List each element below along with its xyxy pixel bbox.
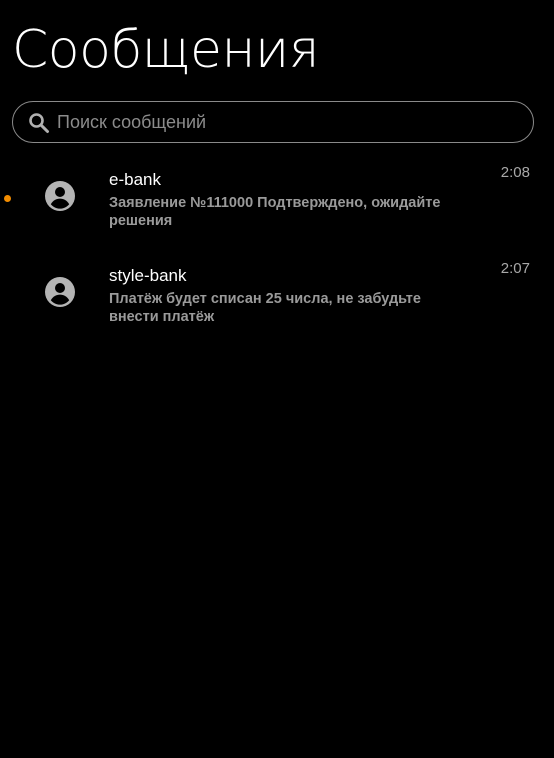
message-item-e-bank[interactable]: e-bank Заявление №111000 Подтверждено, о…: [0, 160, 554, 256]
search-bar[interactable]: [12, 101, 534, 143]
message-list: e-bank Заявление №111000 Подтверждено, о…: [0, 160, 554, 352]
account-circle-icon: [45, 277, 75, 307]
account-circle-icon: [45, 181, 75, 211]
page-title: Сообщения: [12, 20, 320, 80]
message-sender: style-bank: [109, 266, 187, 285]
search-input[interactable]: [57, 108, 517, 136]
message-preview: Заявление №111000 Подтверждено, ожидайте…: [109, 195, 441, 229]
message-item-style-bank[interactable]: style-bank Платёж будет списан 25 числа,…: [0, 256, 554, 352]
message-sender: e-bank: [109, 170, 161, 189]
unread-indicator: [4, 195, 11, 202]
message-time: 2:08: [500, 164, 530, 181]
message-preview: Платёж будет списан 25 числа, не забудьт…: [109, 291, 421, 325]
search-icon: [29, 113, 49, 133]
message-time: 2:07: [500, 260, 530, 277]
